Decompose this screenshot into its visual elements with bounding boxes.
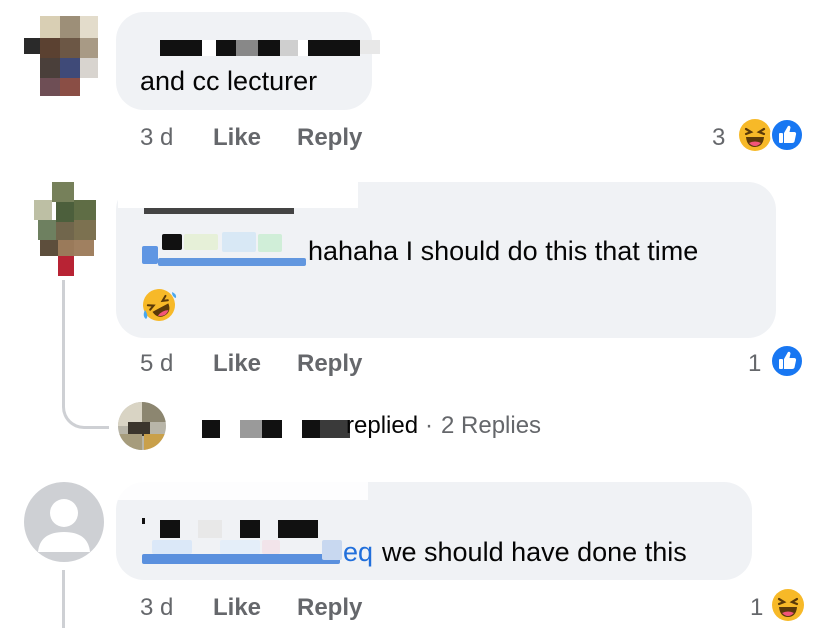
reply-avatar	[118, 402, 166, 450]
comment-text: hahaha I should do this that time	[308, 236, 699, 266]
haha-icon	[772, 589, 804, 621]
default-user-icon	[38, 499, 90, 552]
reaction-count: 1	[748, 350, 762, 377]
separator-dot: ·	[425, 412, 433, 439]
haha-icon	[739, 119, 771, 151]
like-button[interactable]: Like	[213, 594, 261, 622]
reaction-count: 1	[750, 594, 764, 621]
avatar[interactable]	[24, 12, 100, 100]
thread-line	[62, 570, 65, 628]
comment-text: and cc lecturer	[140, 66, 318, 96]
rolling-laughing-emoji	[143, 289, 177, 321]
like-icon	[770, 118, 804, 152]
thread-connector	[62, 280, 109, 429]
replies-count[interactable]: 2 Replies	[441, 412, 541, 440]
like-button[interactable]: Like	[213, 350, 261, 378]
mention-tail[interactable]: eq	[343, 537, 373, 568]
reply-button[interactable]: Reply	[297, 594, 362, 622]
comment-time[interactable]: 3 d	[140, 124, 173, 152]
avatar[interactable]	[24, 182, 104, 278]
comment-time[interactable]: 3 d	[140, 594, 173, 622]
like-button[interactable]: Like	[213, 124, 261, 152]
reply-button[interactable]: Reply	[297, 124, 362, 152]
reply-button[interactable]: Reply	[297, 350, 362, 378]
comment-time[interactable]: 5 d	[140, 350, 173, 378]
avatar-placeholder[interactable]	[24, 482, 104, 562]
like-icon	[770, 344, 804, 378]
comment-text: we should have done this	[382, 537, 687, 567]
replied-text: replied	[346, 412, 419, 439]
reaction-count: 3	[712, 124, 726, 151]
